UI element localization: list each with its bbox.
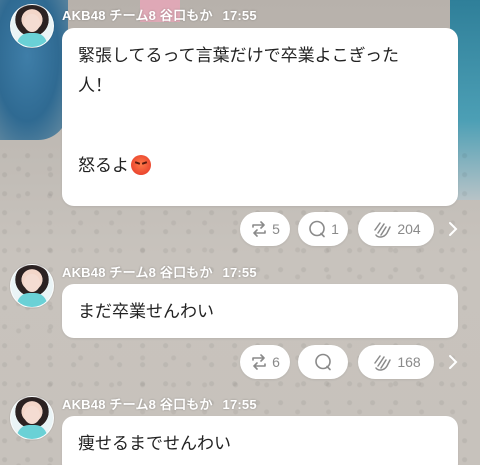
avatar[interactable] — [10, 264, 54, 308]
message-text: 怒るよ — [78, 156, 129, 176]
message-actions: 5 1 204 — [0, 212, 480, 248]
clap-count: 204 — [397, 221, 421, 237]
repost-icon — [250, 220, 268, 238]
comment-button[interactable]: 1 — [298, 212, 348, 246]
clap-button[interactable]: 204 — [358, 212, 434, 246]
chevron-right-icon[interactable] — [444, 220, 462, 238]
message-header: AKB48 チーム8 谷口もか 17:55 — [62, 394, 263, 413]
timestamp: 17:55 — [222, 265, 257, 280]
message-text-line: 人！ — [78, 76, 112, 96]
message-text-line: 痩せるまでせんわい — [78, 434, 231, 454]
avatar[interactable] — [10, 396, 54, 440]
comment-icon — [313, 352, 333, 372]
avatar[interactable] — [10, 4, 54, 48]
message-text-line: 怒るよ — [78, 151, 442, 181]
timestamp: 17:55 — [222, 397, 257, 412]
clap-button[interactable]: 168 — [358, 345, 434, 379]
repost-count: 5 — [272, 221, 280, 237]
timestamp: 17:55 — [222, 8, 257, 23]
comment-count: 1 — [331, 221, 339, 237]
clap-icon — [371, 219, 393, 239]
message-text-line — [78, 101, 442, 131]
author-name: AKB48 チーム8 谷口もか — [62, 8, 213, 23]
message-bubble[interactable]: まだ卒業せんわい — [62, 284, 458, 338]
repost-count: 6 — [272, 354, 280, 370]
author-name: AKB48 チーム8 谷口もか — [62, 397, 213, 412]
chevron-right-icon[interactable] — [444, 353, 462, 371]
message-actions: 6 168 — [0, 345, 480, 381]
repost-button[interactable]: 5 — [240, 212, 290, 246]
author-name: AKB48 チーム8 谷口もか — [62, 265, 213, 280]
message-bubble[interactable]: 痩せるまでせんわい — [62, 416, 458, 465]
comment-button[interactable] — [298, 345, 348, 379]
message-bubble[interactable]: 緊張してるって言葉だけで卒業よこぎった 人！ 怒るよ — [62, 28, 458, 206]
message-header: AKB48 チーム8 谷口もか 17:55 — [62, 5, 263, 24]
clap-count: 168 — [397, 354, 421, 370]
comment-icon — [307, 219, 327, 239]
repost-button[interactable]: 6 — [240, 345, 290, 379]
repost-icon — [250, 353, 268, 371]
angry-face-icon — [131, 155, 151, 175]
message-text-line: まだ卒業せんわい — [78, 302, 214, 322]
clap-icon — [371, 352, 393, 372]
message-header: AKB48 チーム8 谷口もか 17:55 — [62, 262, 263, 281]
message-text-line: 緊張してるって言葉だけで卒業よこぎった — [78, 46, 399, 66]
